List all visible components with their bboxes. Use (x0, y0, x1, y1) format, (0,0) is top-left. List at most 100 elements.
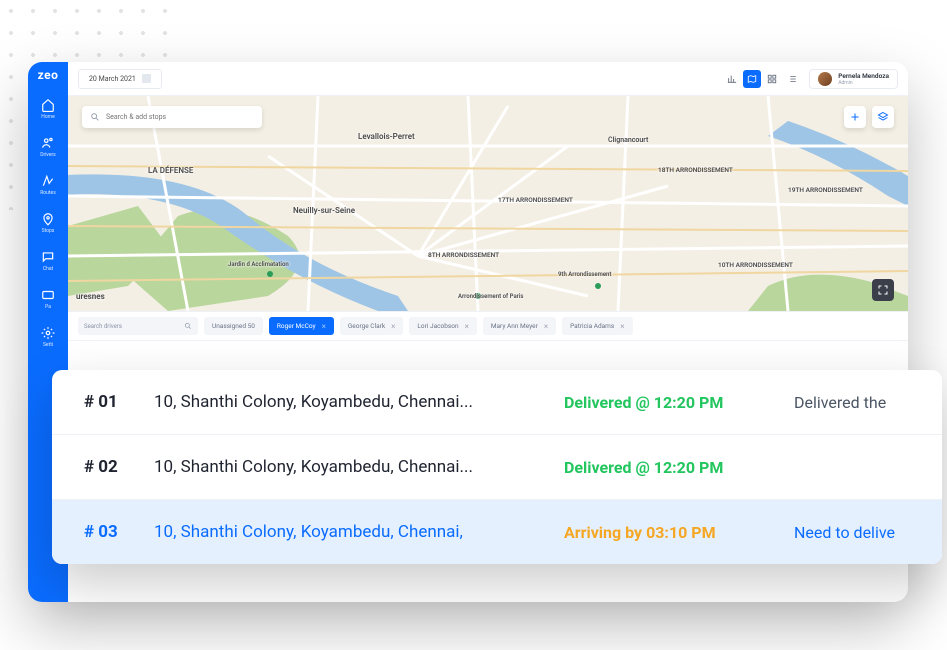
stop-address: 10, Shanthi Colony, Koyambedu, Chennai..… (154, 392, 544, 412)
grid-icon (767, 74, 777, 84)
sidebar-item-chat[interactable]: Chat (28, 242, 68, 280)
driver-search-placeholder: Search drivers (84, 323, 178, 330)
driver-chip-patricia[interactable]: Patricia Adams × (562, 317, 632, 335)
stop-row[interactable]: # 01 10, Shanthi Colony, Koyambedu, Chen… (52, 370, 942, 435)
stops-list: # 01 10, Shanthi Colony, Koyambedu, Chen… (52, 370, 942, 564)
driver-filter-bar: Search drivers Unassigned 50 Roger McCoy… (68, 311, 908, 341)
home-icon (41, 98, 55, 112)
stop-row-active[interactable]: # 03 10, Shanthi Colony, Koyambedu, Chen… (52, 500, 942, 564)
map-label: 19TH ARRONDISSEMENT (788, 186, 863, 194)
map-label: uresnes (76, 292, 105, 301)
sidebar-item-label: Pa (28, 304, 68, 310)
sidebar-item-drivers[interactable]: Drivers (28, 128, 68, 166)
calendar-icon (142, 74, 151, 83)
driver-search[interactable]: Search drivers (78, 317, 198, 335)
add-stop-button[interactable] (844, 106, 866, 128)
plus-icon (849, 111, 861, 123)
view-grid[interactable] (763, 70, 781, 88)
search-input[interactable] (106, 113, 254, 121)
driver-chip-unassigned[interactable]: Unassigned 50 (204, 317, 263, 335)
map-label: Neuilly-sur-Seine (293, 206, 355, 215)
stop-number: # 03 (84, 522, 134, 542)
avatar (818, 72, 832, 86)
driver-chip-roger[interactable]: Roger McCoy × (269, 317, 334, 335)
brand-logo: zeo (38, 68, 59, 82)
map-label: Arrondissement of Paris (458, 293, 523, 300)
stop-number: # 02 (84, 457, 134, 477)
sidebar-item-label: Drivers (28, 152, 68, 158)
fullscreen-button[interactable] (872, 279, 894, 301)
list-icon (787, 74, 797, 84)
close-icon[interactable]: × (544, 322, 548, 331)
map-actions (844, 106, 894, 128)
map-canvas (68, 96, 908, 311)
stop-row[interactable]: # 02 10, Shanthi Colony, Koyambedu, Chen… (52, 435, 942, 500)
stop-address: 10, Shanthi Colony, Koyambedu, Chennai..… (154, 457, 544, 477)
view-analytics[interactable] (723, 70, 741, 88)
chip-label: George Clark (348, 322, 385, 330)
map-label: 10TH ARRONDISSEMENT (718, 261, 793, 269)
stop-notes: Need to delive (794, 523, 895, 542)
map-label: 8TH ARRONDISSEMENT (428, 251, 499, 259)
map-label: 18TH ARRONDISSEMENT (658, 166, 733, 174)
sidebar-item-label: Home (28, 114, 68, 120)
date-value: 20 March 2021 (89, 69, 136, 89)
map-label: LA DÉFENSE (148, 166, 193, 175)
stop-status: Delivered @ 12:20 PM (564, 458, 774, 477)
pin-icon (41, 212, 55, 226)
route-icon (41, 174, 55, 188)
driver-chip-lori[interactable]: Lori Jacobson × (409, 317, 476, 335)
close-icon[interactable]: × (391, 322, 395, 331)
stop-address: 10, Shanthi Colony, Koyambedu, Chennai, (154, 522, 544, 542)
stop-status: Arriving by 03:10 PM (564, 523, 774, 542)
sidebar-item-label: Routes (28, 190, 68, 196)
map-label: Levallois-Perret (358, 132, 415, 141)
chip-label: Lori Jacobson (417, 322, 458, 330)
users-icon (41, 136, 55, 150)
stop-status: Delivered @ 12:20 PM (564, 393, 774, 412)
user-menu[interactable]: Pernela Mendoza Admin (809, 69, 898, 89)
stop-notes: Delivered the (794, 393, 886, 412)
gear-icon (41, 326, 55, 340)
user-role: Admin (838, 80, 889, 86)
map-label: Jardin d Acclimatation (228, 261, 289, 268)
driver-chip-mary[interactable]: Mary Ann Meyer × (483, 317, 556, 335)
map[interactable]: Levallois-Perret LA DÉFENSE Neuilly-sur-… (68, 96, 908, 311)
chip-label: Roger McCoy (277, 322, 316, 330)
sidebar-item-label: Setti (28, 342, 68, 348)
map-label: 9th Arrondissement (558, 271, 611, 278)
close-icon[interactable]: × (620, 322, 624, 331)
chat-icon (41, 250, 55, 264)
view-list[interactable] (783, 70, 801, 88)
sidebar-item-label: Chat (28, 266, 68, 272)
map-label: Clignancourt (608, 136, 648, 144)
map-icon (747, 74, 757, 84)
user-name: Pernela Mendoza (838, 72, 889, 80)
view-mode-group (723, 70, 801, 88)
sidebar-item-label: Stops (28, 228, 68, 234)
chip-label: Unassigned 50 (212, 322, 255, 330)
sidebar-item-routes[interactable]: Routes (28, 166, 68, 204)
sidebar-item-pa[interactable]: Pa (28, 280, 68, 318)
layer-button[interactable] (872, 106, 894, 128)
date-picker[interactable]: 20 March 2021 (78, 69, 162, 89)
sidebar-item-stops[interactable]: Stops (28, 204, 68, 242)
card-icon (41, 288, 55, 302)
expand-icon (877, 284, 889, 296)
driver-chip-george[interactable]: George Clark × (340, 317, 404, 335)
view-map[interactable] (743, 70, 761, 88)
sidebar-item-settings[interactable]: Setti (28, 318, 68, 356)
map-label: 17TH ARRONDISSEMENT (498, 196, 573, 204)
stop-number: # 01 (84, 392, 134, 412)
chip-label: Patricia Adams (570, 322, 614, 330)
topbar: 20 March 2021 Pernela Mendoza Admin (68, 62, 908, 96)
close-icon[interactable]: × (322, 322, 326, 331)
search-icon (184, 322, 192, 330)
map-search[interactable] (82, 106, 262, 128)
layers-icon (877, 111, 889, 123)
sidebar-item-home[interactable]: Home (28, 90, 68, 128)
chip-label: Mary Ann Meyer (491, 322, 538, 330)
search-icon (90, 112, 100, 122)
chart-icon (727, 74, 737, 84)
close-icon[interactable]: × (465, 322, 469, 331)
